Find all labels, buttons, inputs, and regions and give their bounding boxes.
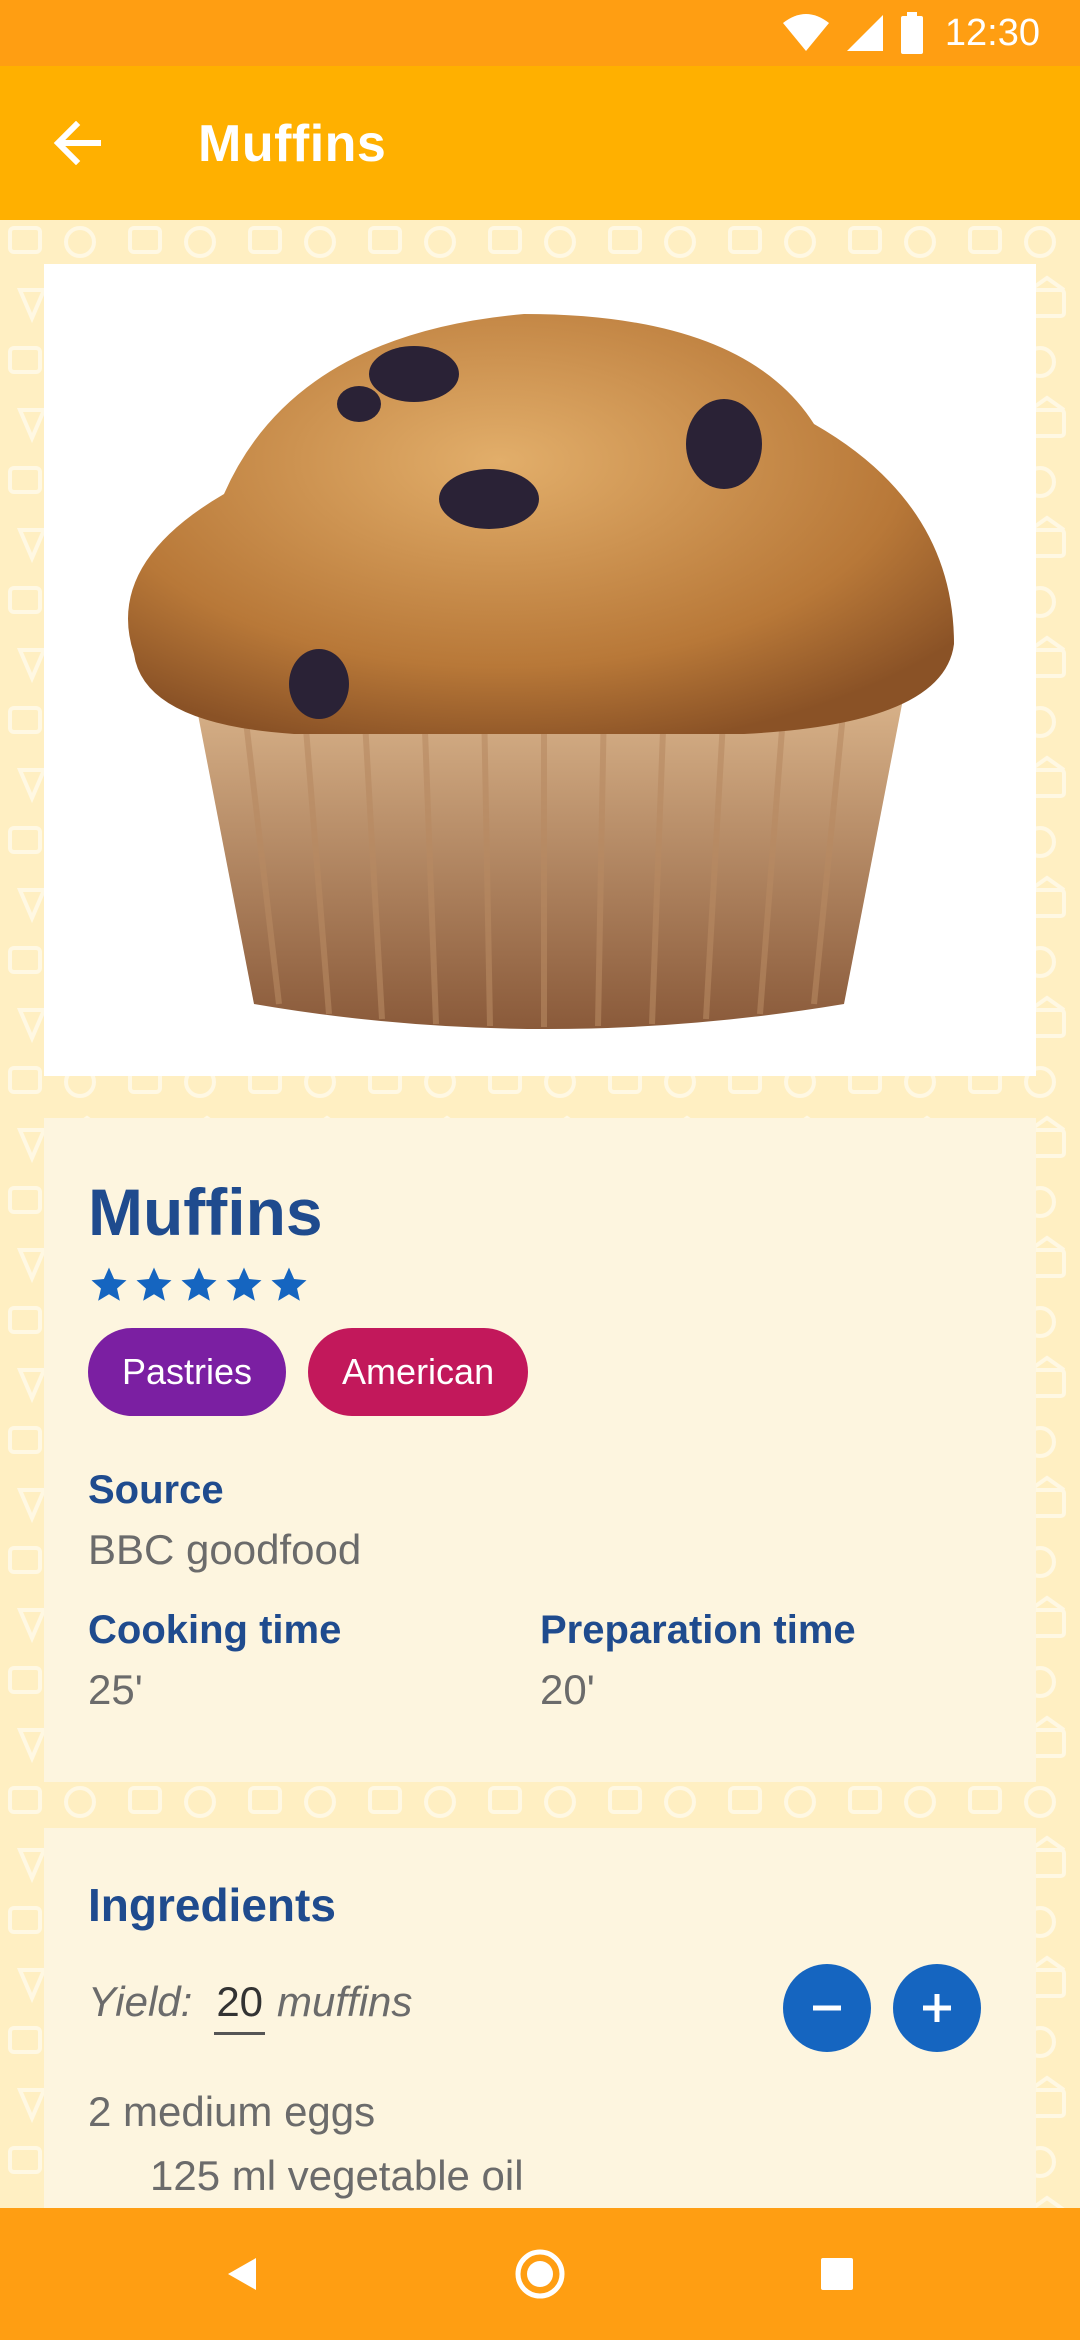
yield-unit: muffins: [277, 1978, 413, 2025]
recipe-photo: [44, 264, 1036, 1076]
source-label: Source: [88, 1468, 224, 1512]
ingredient-item: 2 medium eggs: [88, 2088, 376, 2135]
square-recents-icon: [821, 2258, 853, 2290]
nav-back-button[interactable]: [202, 2234, 282, 2314]
star-icon: [136, 1267, 172, 1301]
back-button[interactable]: [34, 100, 120, 186]
preparation-time-value: 20': [540, 1666, 595, 1713]
battery-icon: [900, 12, 923, 54]
tag-chips: Pastries American: [88, 1328, 529, 1416]
star-icon: [226, 1267, 262, 1301]
nav-home-button[interactable]: [500, 2234, 580, 2314]
plus-icon: [923, 1994, 951, 2022]
yield-label: Yield:: [88, 1978, 193, 2025]
yield-input[interactable]: 20: [214, 1978, 266, 2035]
app-bar-title: Muffins: [198, 115, 387, 173]
recipe-info-card: Muffins Pastries American Source BBC goo…: [44, 1118, 1036, 1782]
arrow-left-icon: [53, 121, 101, 165]
yield-row: Yield: 20 muffins: [88, 1978, 412, 2035]
chip-american[interactable]: American: [308, 1328, 529, 1416]
star-icon: [181, 1267, 217, 1301]
triangle-back-icon: [228, 2258, 256, 2290]
app-bar: Muffins: [0, 66, 1080, 220]
star-icon: [91, 1267, 127, 1301]
status-time: 12:30: [944, 11, 1040, 54]
recipe-title: Muffins: [88, 1175, 323, 1249]
signal-icon: [846, 15, 883, 51]
cooking-time-label: Cooking time: [88, 1608, 342, 1652]
source-value: BBC goodfood: [88, 1526, 362, 1573]
ingredient-item: 125 ml vegetable oil: [150, 2152, 524, 2199]
wifi-icon: [782, 14, 829, 51]
status-bar: 12:30: [0, 0, 1080, 66]
increase-yield-button[interactable]: [893, 1964, 981, 2052]
cooking-time-value: 25': [88, 1666, 143, 1713]
ingredients-card: Ingredients Yield: 20 muffins 2 medium e…: [44, 1828, 1036, 2208]
star-icon: [271, 1267, 307, 1301]
minus-icon: [813, 2005, 841, 2011]
system-navigation-bar: [0, 2208, 1080, 2340]
nav-recents-button[interactable]: [797, 2234, 877, 2314]
status-icons: 12:30: [781, 0, 1040, 66]
chip-pastries[interactable]: Pastries: [88, 1328, 287, 1416]
decrease-yield-button[interactable]: [783, 1964, 871, 2052]
ingredients-title: Ingredients: [88, 1879, 336, 1931]
preparation-time-label: Preparation time: [540, 1608, 856, 1652]
muffin-illustration: [128, 314, 954, 1029]
rating-stars: [88, 1264, 310, 1306]
circle-home-icon: [515, 2249, 565, 2299]
